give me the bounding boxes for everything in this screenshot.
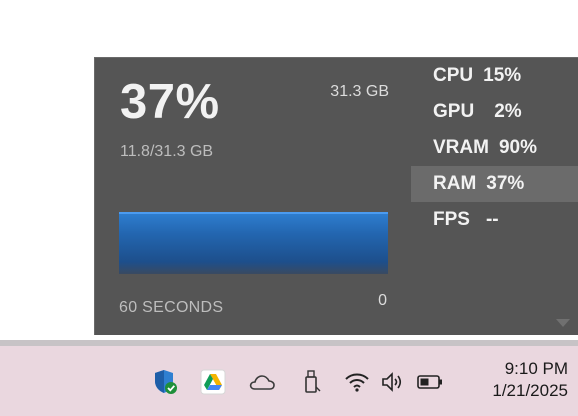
- metric-list: CPU 15% GPU 2% VRAM 90% RAM 37% FPS --: [411, 58, 578, 238]
- metric-name: FPS: [433, 209, 470, 230]
- graph-line: [119, 212, 388, 214]
- ram-percent: 37%: [120, 75, 220, 129]
- wifi-icon[interactable]: [343, 368, 371, 396]
- metric-value: 2%: [494, 101, 522, 122]
- metric-vram[interactable]: VRAM 90%: [411, 130, 578, 166]
- metric-value: 37%: [486, 173, 525, 194]
- metric-ram[interactable]: RAM 37%: [411, 166, 578, 202]
- metric-fps[interactable]: FPS --: [411, 202, 578, 238]
- metric-name: GPU: [433, 101, 475, 122]
- speaker-icon[interactable]: [378, 368, 406, 396]
- taskbar: 9:10 PM 1/21/2025: [0, 346, 578, 416]
- usb-drive-icon[interactable]: [297, 368, 325, 396]
- ram-usage: 11.8/31.3 GB: [120, 143, 214, 160]
- time-span-label: 60 SECONDS: [119, 299, 224, 316]
- ram-total: 31.3 GB: [330, 83, 389, 100]
- clock-time: 9:10 PM: [504, 359, 568, 378]
- performance-widget: 37% 31.3 GB 11.8/31.3 GB 60 SECONDS 0 CP…: [94, 57, 578, 335]
- metric-name: VRAM: [433, 137, 489, 158]
- metric-value: --: [485, 209, 499, 230]
- usage-graph: [119, 212, 388, 274]
- metric-cpu[interactable]: CPU 15%: [411, 58, 578, 94]
- metric-value: 15%: [483, 65, 522, 86]
- scroll-down-arrow-icon[interactable]: [556, 319, 570, 327]
- battery-icon[interactable]: [416, 368, 444, 396]
- security-shield-icon[interactable]: [151, 368, 179, 396]
- metric-name: CPU: [433, 65, 474, 86]
- metric-gpu[interactable]: GPU 2%: [411, 94, 578, 130]
- graph-min-label: 0: [378, 292, 387, 309]
- clock-date: 1/21/2025: [492, 381, 568, 400]
- metric-value: 90%: [498, 137, 537, 158]
- metric-name: RAM: [433, 173, 477, 194]
- onedrive-cloud-icon[interactable]: [248, 368, 276, 396]
- system-clock[interactable]: 9:10 PM 1/21/2025: [458, 358, 568, 402]
- google-drive-icon[interactable]: [199, 368, 227, 396]
